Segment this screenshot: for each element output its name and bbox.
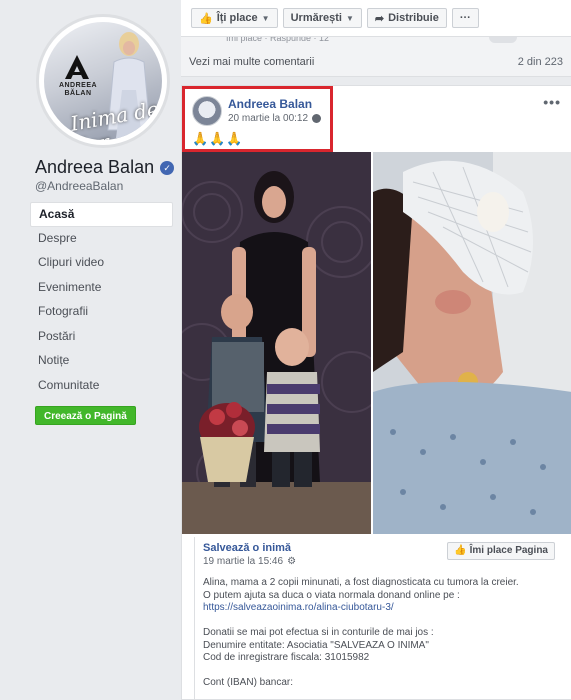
follow-button[interactable]: Urmărești ▼: [282, 8, 362, 28]
thumbs-up-icon: 👍: [454, 545, 467, 556]
shared-line-1: Alina, mama a 2 copii minunati, a fost d…: [203, 577, 519, 588]
nav-item-videos[interactable]: Clipuri video: [30, 251, 173, 276]
post-photo-family[interactable]: [182, 152, 371, 534]
shared-line-5: Denumire entitate: Asociatia "SALVEAZA O…: [203, 639, 429, 651]
share-label: Distribuie: [388, 12, 439, 24]
shared-timestamp[interactable]: 19 martie la 15:46 ⚙: [203, 556, 296, 567]
post-card: Andreea Balan 20 martie la 00:12 🙏🙏🙏 •••: [181, 85, 571, 700]
shared-line-6: Cod de inregistrare fiscala: 31015982: [203, 652, 370, 663]
profile-picture-image: ANDREEA BĂLAN Inima de fier: [44, 22, 162, 140]
gear-icon: ⚙: [287, 556, 297, 567]
more-options-button[interactable]: ···: [451, 8, 479, 28]
like-page-label: Îți place: [216, 12, 258, 24]
nav-item-home[interactable]: Acasă: [30, 202, 173, 227]
shared-line-2: O putem ajuta sa duca o viata normala do…: [203, 589, 460, 601]
nav-item-community[interactable]: Comunitate: [30, 374, 173, 399]
like-page-shared-button[interactable]: 👍 Îmi place Pagina: [447, 542, 555, 560]
like-page-button[interactable]: 👍 Îți place ▼: [191, 8, 278, 28]
family-photo-image: [182, 152, 371, 534]
chevron-down-icon: ▼: [345, 13, 354, 23]
comment-actions-cut: Îmi place · Răspunde · 12: [226, 37, 330, 43]
left-column: ANDREEA BĂLAN Inima de fier Andreea Bala…: [0, 0, 181, 700]
shared-line-4: Donatii se mai pot efectua si in conturi…: [203, 627, 434, 638]
post-options-button[interactable]: •••: [543, 94, 561, 110]
page-action-bar: 👍 Îți place ▼ Urmărești ▼ ➦ Distribuie ·…: [181, 0, 571, 37]
cover-brand-text: ANDREEA BĂLAN: [58, 82, 98, 97]
nav-item-photos[interactable]: Fotografii: [30, 300, 173, 325]
page-name-text[interactable]: Andreea Balan: [35, 157, 154, 178]
nav-item-about[interactable]: Despre: [30, 227, 173, 252]
nav-item-posts[interactable]: Postări: [30, 325, 173, 350]
thumbs-up-icon: 👍: [199, 12, 213, 25]
shared-post: Salvează o inimă 19 martie la 15:46 ⚙ 👍 …: [194, 537, 561, 700]
verified-badge-icon: ✓: [160, 160, 175, 175]
shared-time-text[interactable]: 19 martie la 15:46: [203, 556, 283, 567]
follow-label: Urmărești: [290, 12, 342, 24]
page-handle[interactable]: @AndreeaBalan: [35, 179, 123, 193]
hospital-photo-image: [373, 152, 571, 534]
share-button[interactable]: ➦ Distribuie: [366, 8, 447, 28]
comment-count: 2 din 223: [517, 56, 563, 68]
profile-picture[interactable]: ANDREEA BĂLAN Inima de fier: [36, 14, 170, 148]
shared-page-name[interactable]: Salvează o inimă: [203, 542, 291, 554]
page-nav: Acasă Despre Clipuri video Evenimente Fo…: [30, 202, 173, 398]
chevron-down-icon: ▼: [261, 13, 270, 23]
comments-section: Îmi place · Răspunde · 12 Vezi mai multe…: [181, 37, 571, 77]
donation-link[interactable]: https://salveazaoinima.ro/alina-ciubotar…: [203, 602, 394, 613]
view-more-comments-link[interactable]: Vezi mai multe comentarii: [189, 56, 314, 68]
like-page-shared-label: Îmi place Pagina: [469, 545, 548, 556]
post-photo-hospital[interactable]: [373, 152, 571, 534]
highlight-annotation: [182, 86, 333, 152]
nav-item-notes[interactable]: Notițe: [30, 349, 173, 374]
page-title[interactable]: Andreea Balan ✓: [35, 157, 175, 178]
create-page-button[interactable]: Creează o Pagină: [35, 406, 136, 425]
comment-reaction-pill: [489, 37, 517, 43]
brand-logo-icon: [65, 55, 89, 79]
share-arrow-icon: ➦: [374, 12, 385, 25]
shared-line-7: Cont (IBAN) bancar:: [203, 677, 294, 688]
cover-script-text: Inima de fier: [68, 96, 161, 140]
shared-post-body: Alina, mama a 2 copii minunati, a fost d…: [203, 577, 553, 700]
nav-item-events[interactable]: Evenimente: [30, 276, 173, 301]
